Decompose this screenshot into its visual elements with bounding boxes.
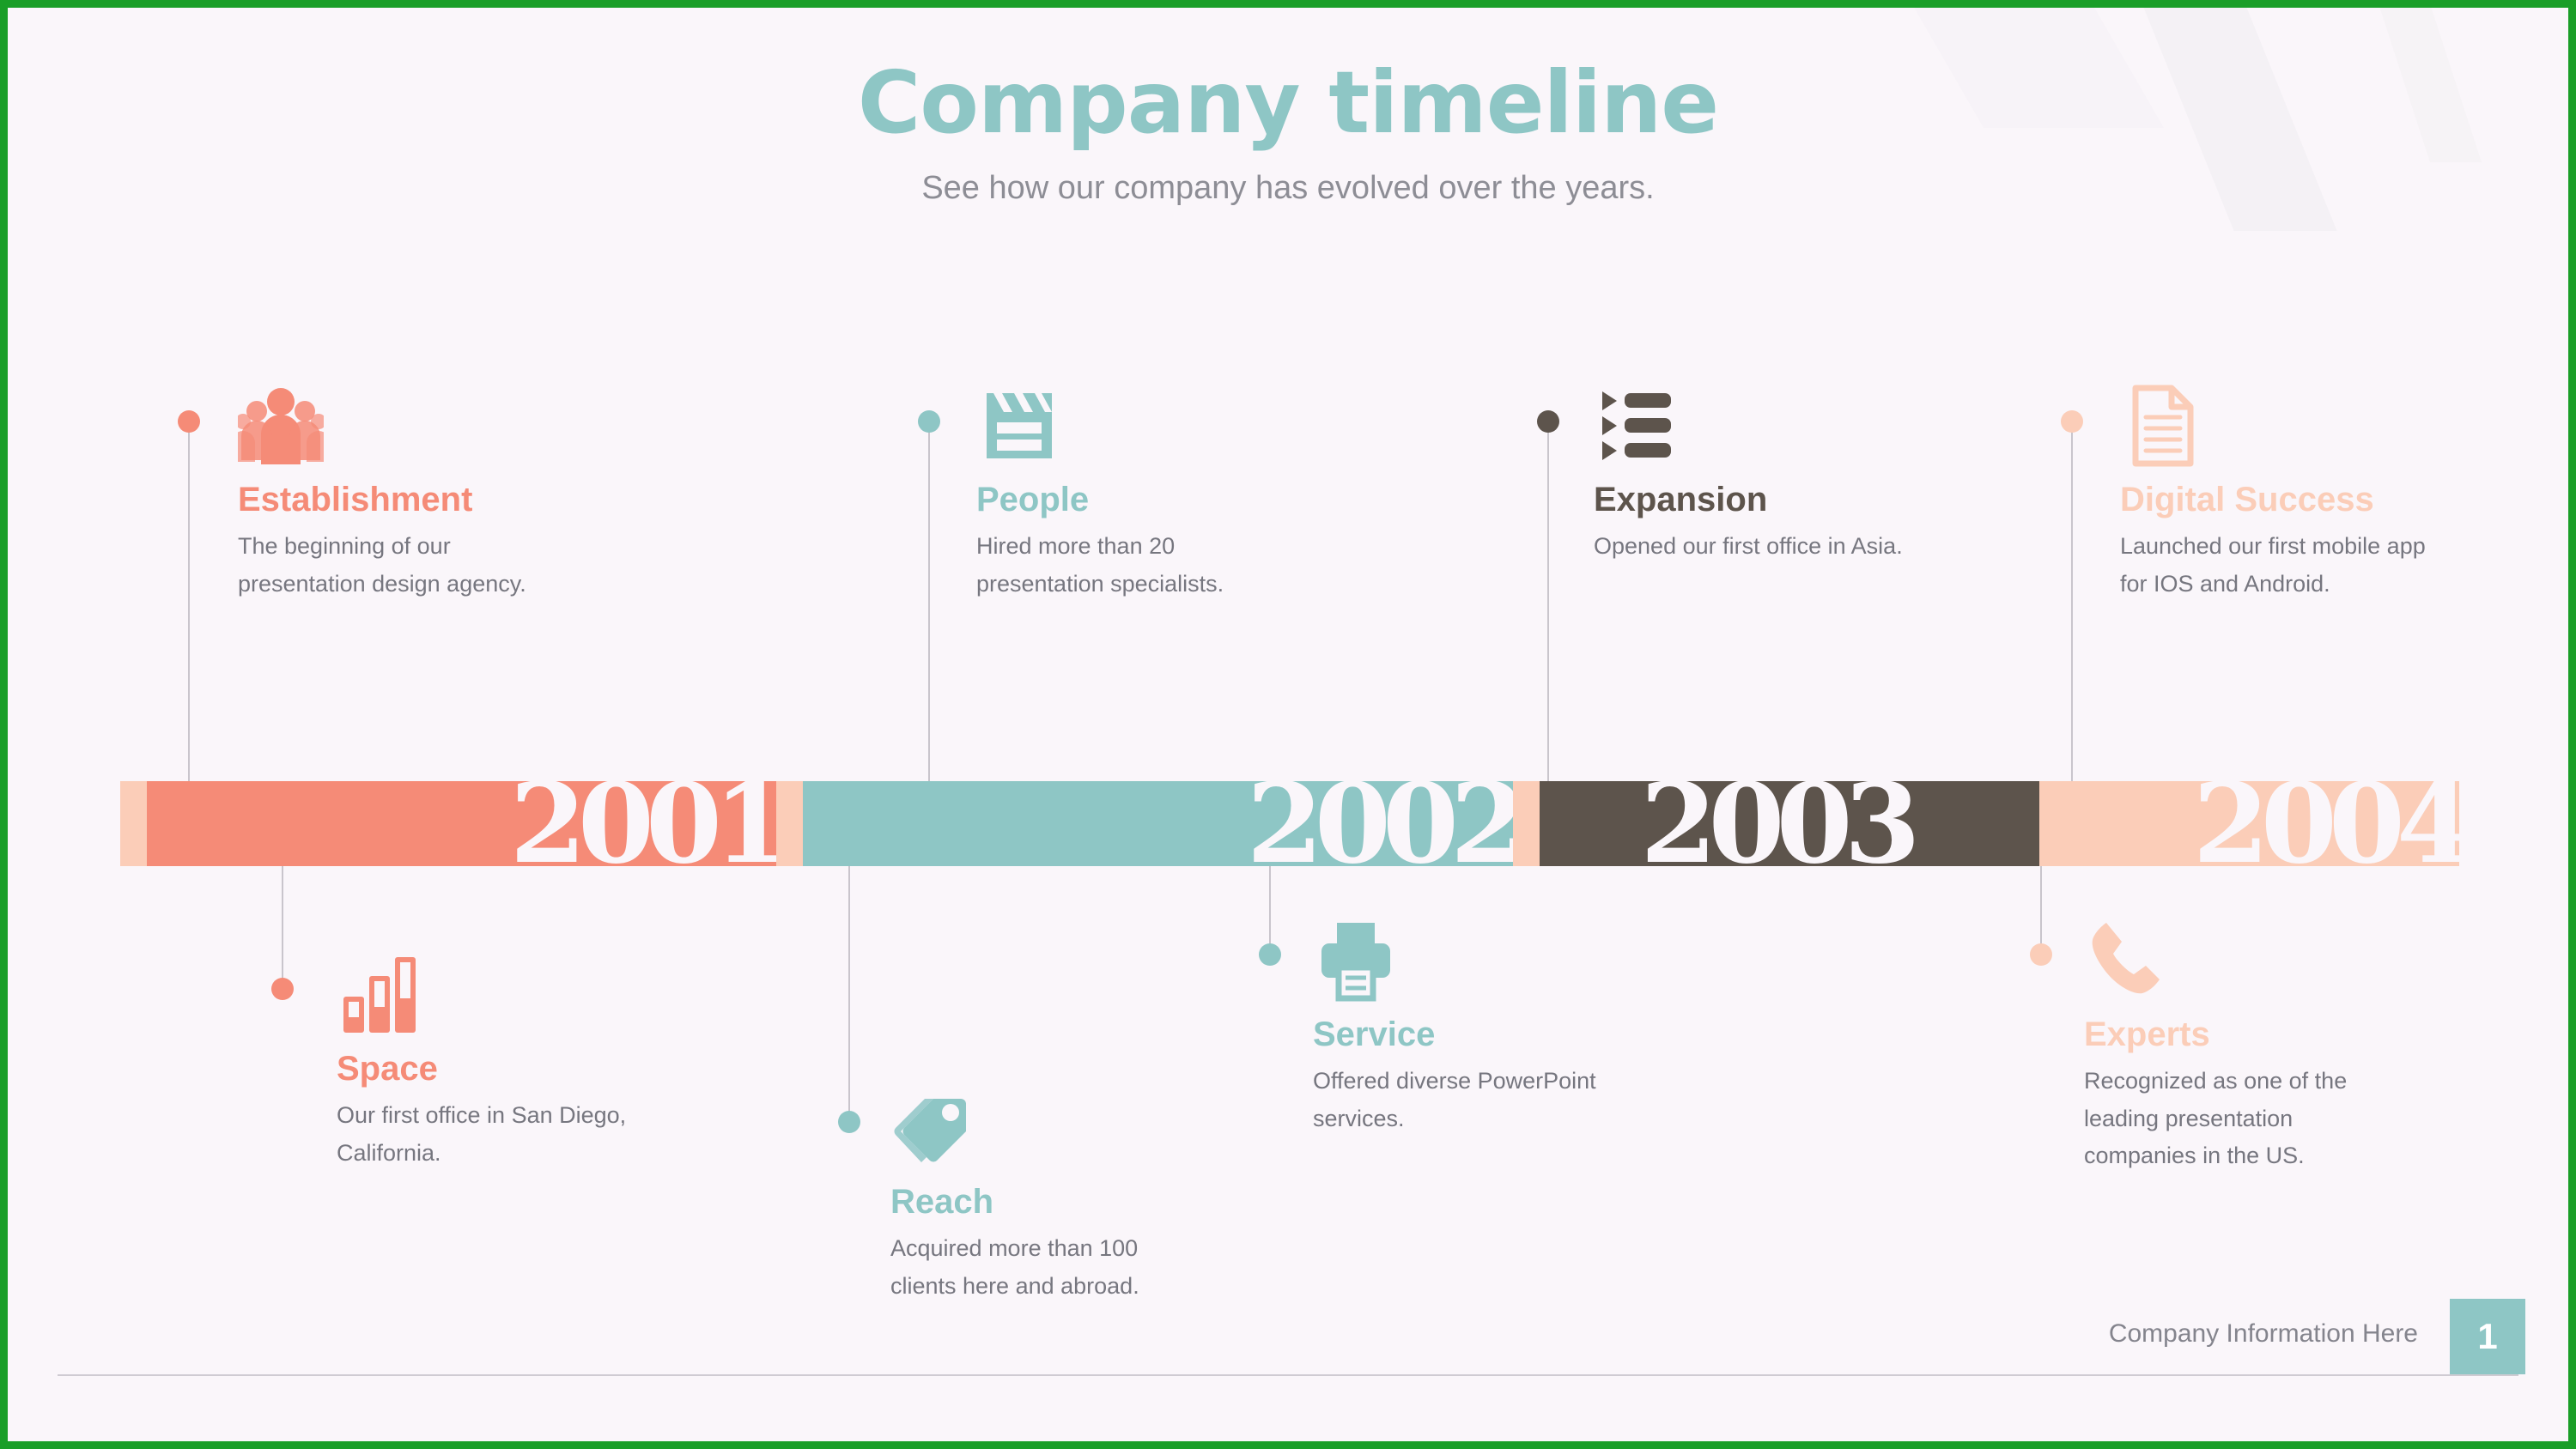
- connector-line: [2040, 866, 2042, 955]
- segment-year-label: 2003: [1640, 760, 1920, 888]
- connector-dot: [1537, 410, 1559, 433]
- segment-cap: [776, 781, 803, 866]
- connector-dot: [838, 1111, 860, 1133]
- connector-line: [848, 866, 850, 1122]
- connector-line: [1547, 421, 1549, 781]
- segment-cap: [2039, 781, 2066, 866]
- milestone-reach[interactable]: Reach Acquired more than 100 clients here…: [890, 1081, 1200, 1305]
- milestone-description: The beginning of our presentation design…: [238, 533, 526, 597]
- connector-dot: [918, 410, 940, 433]
- page-title: Company timeline: [857, 52, 1719, 153]
- milestone-description: Acquired more than 100 clients here and …: [890, 1235, 1139, 1299]
- milestone-title: Service: [1313, 1016, 1436, 1053]
- phone-icon: [2084, 913, 2393, 1003]
- page-number-badge: 1: [2450, 1299, 2525, 1374]
- milestone-space[interactable]: Space Our first office in San Diego, Cali…: [337, 948, 646, 1172]
- milestone-establishment[interactable]: Establishment The beginning of our presen…: [238, 379, 547, 603]
- timeline-slide: Company timeline See how our company has…: [0, 0, 2576, 1449]
- timeline-segment-2003: 2003: [1513, 769, 2039, 879]
- milestone-description: Recognized as one of the leading present…: [2084, 1068, 2348, 1169]
- milestone-title: Expansion: [1594, 481, 1768, 518]
- milestone-description: Launched our first mobile app for IOS an…: [2120, 533, 2426, 597]
- footer-company-text: Company Information Here: [2108, 1319, 2418, 1348]
- timeline-segment-2001: 2001: [120, 769, 790, 879]
- segment-cap: [120, 781, 147, 866]
- milestone-service[interactable]: Service Offered diverse PowerPoint servic…: [1313, 913, 1622, 1137]
- connector-dot: [2030, 943, 2052, 966]
- connector-dot: [2061, 410, 2083, 433]
- milestone-title: Reach: [890, 1183, 994, 1221]
- document-icon: [2120, 379, 2429, 469]
- milestone-experts[interactable]: Experts Recognized as one of the leading …: [2084, 913, 2393, 1175]
- playlist-icon: [1594, 379, 1903, 469]
- segment-year-label: 2001: [509, 760, 790, 888]
- timeline-segment-2002: 2002: [776, 769, 1527, 879]
- milestone-title: People: [976, 481, 1090, 518]
- milestone-title: Experts: [2084, 1016, 2210, 1053]
- milestone-title: Space: [337, 1050, 438, 1088]
- milestone-title: Establishment: [238, 481, 473, 518]
- page-subtitle: See how our company has evolved over the…: [921, 170, 1655, 206]
- milestone-description: Hired more than 20 presentation speciali…: [976, 533, 1224, 597]
- milestone-description: Offered diverse PowerPoint services.: [1313, 1068, 1596, 1131]
- connector-dot: [271, 978, 294, 1000]
- connector-dot: [1259, 943, 1281, 966]
- milestone-digital-success[interactable]: Digital Success Launched our first mobile…: [2120, 379, 2429, 603]
- clapperboard-icon: [976, 379, 1285, 469]
- milestone-description: Our first office in San Diego, Californi…: [337, 1102, 627, 1166]
- connector-line: [188, 421, 190, 781]
- printer-icon: [1313, 913, 1622, 1003]
- footer-divider: [58, 1374, 2518, 1376]
- connector-line: [928, 421, 930, 781]
- bar-chart-icon: [337, 948, 646, 1038]
- connector-dot: [178, 410, 200, 433]
- timeline-segment-2004: 2004: [2039, 769, 2473, 879]
- segment-year-label: 2004: [2192, 760, 2473, 888]
- connector-line: [282, 866, 283, 989]
- milestone-description: Opened our first office in Asia.: [1594, 533, 1903, 559]
- milestone-title: Digital Success: [2120, 481, 2374, 518]
- milestone-people[interactable]: People Hired more than 20 presentation sp…: [976, 379, 1285, 603]
- people-group-icon: [238, 379, 547, 469]
- slide-header: Company timeline See how our company has…: [8, 58, 2568, 207]
- segment-year-label: 2002: [1246, 760, 1527, 888]
- milestone-expansion[interactable]: Expansion Opened our first office in Asia…: [1594, 379, 1903, 566]
- timeline-bar: 2001 2002 2003 2004: [120, 769, 2473, 879]
- price-tag-icon: [890, 1081, 1200, 1171]
- connector-line: [2071, 421, 2073, 781]
